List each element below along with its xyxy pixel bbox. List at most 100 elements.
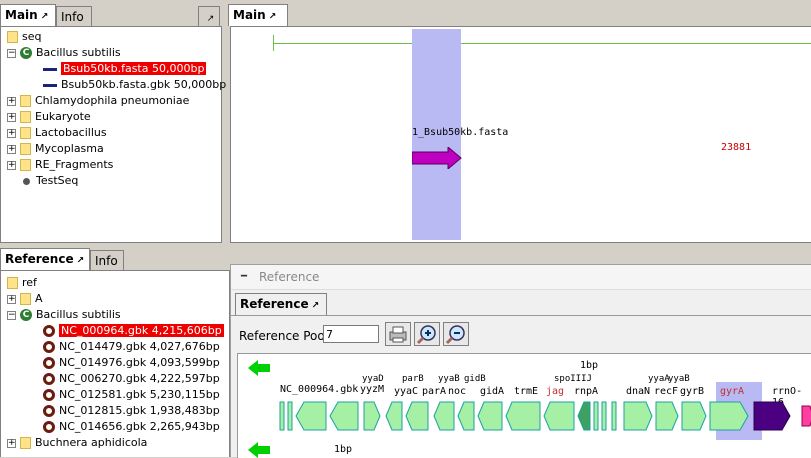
folder-icon [20, 127, 31, 139]
tab-info[interactable]: Info [56, 6, 92, 26]
sequence-icon [43, 83, 57, 87]
zoom-in-button[interactable] [414, 322, 440, 346]
tab-label: Info [95, 254, 118, 268]
gene-label: parA [422, 386, 447, 397]
tree-folder[interactable]: + RE_Fragments [7, 157, 113, 173]
gene-map[interactable]: 1bp 1bp NC_000964.gbk yyaD parB yyaB gid… [237, 353, 811, 458]
ref-entry[interactable]: NC_014976.gbk 4,093,599bp [43, 355, 220, 371]
gene-top-label: yyaB [668, 374, 690, 384]
gene-label-selected: gyrA [720, 386, 745, 397]
tree-label: NC_014656.gbk 2,265,943bp [59, 420, 220, 433]
zoom-in-icon [416, 325, 436, 345]
tree-test-seq[interactable]: TestSeq [21, 173, 78, 189]
chromosome-icon [43, 373, 55, 385]
tab-main[interactable]: Main ↗ [0, 4, 56, 26]
ruler-tick [273, 35, 274, 51]
folder-icon [7, 277, 18, 289]
tree-organism[interactable]: − C Bacillus subtilis [7, 45, 121, 61]
tree-label: RE_Fragments [35, 158, 114, 171]
ref-entry-selected[interactable]: NC_000964.gbk 4,215,606bp [43, 323, 224, 339]
bp-label-bottom: 1bp [334, 444, 353, 455]
zoom-out-icon [445, 325, 465, 345]
tab-main-label: Main [5, 8, 38, 22]
folder-icon [20, 111, 31, 123]
tree-label: NC_012815.gbk 1,938,483bp [59, 404, 220, 417]
expand-icon[interactable]: + [7, 128, 16, 138]
expand-icon[interactable]: + [7, 144, 16, 154]
folder-icon [20, 159, 31, 171]
ref-tree-tabbar: Reference ↗ Info [0, 248, 228, 270]
chromosome-icon [43, 421, 55, 433]
window-titlebar[interactable]: ━ Reference [231, 265, 811, 290]
tree-label: NC_014479.gbk 4,027,676bp [59, 340, 220, 353]
ruler-line [273, 43, 811, 44]
expand-icon[interactable]: + [7, 112, 16, 122]
position-label: 23881 [721, 142, 752, 153]
pin-icon[interactable]: ↗ [77, 256, 85, 266]
pool-field[interactable] [323, 325, 379, 343]
gene-label: rnpA [574, 386, 599, 397]
tree-label: seq [22, 30, 42, 43]
gene-label: jag [546, 386, 565, 397]
expand-icon[interactable]: + [7, 438, 16, 448]
ref-entry[interactable]: NC_012815.gbk 1,938,483bp [43, 403, 220, 419]
folder-icon [7, 31, 18, 43]
read-arrow[interactable] [412, 147, 462, 169]
tree-folder-b[interactable]: + Buchnera aphidicola [7, 435, 147, 451]
tree-seq-item-selected[interactable]: Bsub50kb.fasta 50,000bp [43, 61, 207, 77]
tree-label: Buchnera aphidicola [35, 436, 148, 449]
folder-icon [20, 143, 31, 155]
ref-tree-panel: ref + A − C Bacillus subtilis NC_000964.gbk… [0, 270, 230, 457]
tree-folder[interactable]: + Mycoplasma [7, 141, 104, 157]
expand-icon[interactable]: + [7, 160, 16, 170]
tree-label: NC_014976.gbk 4,093,599bp [59, 356, 220, 369]
pin-icon[interactable]: ↗ [312, 301, 320, 311]
tab-reference[interactable]: Reference ↗ [0, 248, 90, 270]
ref-entry[interactable]: NC_014656.gbk 2,265,943bp [43, 419, 220, 435]
ref-entry[interactable]: NC_014479.gbk 4,027,676bp [43, 339, 220, 355]
gene-label: yyzM [360, 384, 385, 395]
tree-label: ref [22, 276, 37, 289]
tree-root-ref[interactable]: ref [7, 275, 37, 291]
tree-folder[interactable]: + Chlamydophila pneumoniae [7, 93, 189, 109]
track-label: 1_Bsub50kb.fasta [412, 127, 509, 138]
sequence-name: NC_000964.gbk [280, 384, 359, 395]
ref-entry[interactable]: NC_006270.gbk 4,222,597bp [43, 371, 220, 387]
collapse-icon[interactable]: − [7, 310, 16, 320]
panel-pin-button[interactable]: ↗ [198, 6, 220, 26]
organism-icon: C [20, 309, 32, 321]
pool-label: Reference Pool: [239, 329, 333, 343]
tree-folder-a[interactable]: + A [7, 291, 43, 307]
ref-entry[interactable]: NC_012581.gbk 5,230,115bp [43, 387, 220, 403]
sequence-dot-icon [23, 177, 30, 185]
gene-track[interactable] [278, 400, 811, 434]
gene-top-label: yyaB [438, 374, 460, 384]
collapse-icon[interactable]: − [7, 48, 16, 58]
tree-folder[interactable]: + Eukaryote [7, 109, 91, 125]
expand-icon[interactable]: + [7, 96, 16, 106]
folder-icon [20, 437, 31, 449]
tab-ref-info[interactable]: Info [90, 250, 124, 270]
main-tree-tabbar: Main ↗ Info ↗ [0, 4, 222, 26]
tree-root-seq[interactable]: seq [7, 29, 41, 45]
print-button[interactable] [385, 322, 411, 346]
pin-icon[interactable]: ↗ [269, 12, 277, 22]
tab-viewer-main[interactable]: Main ↗ [228, 4, 288, 26]
tree-label: TestSeq [36, 174, 79, 187]
pin-icon[interactable]: ↗ [41, 12, 49, 22]
expand-icon[interactable]: + [7, 294, 16, 304]
tree-label: A [35, 292, 43, 305]
tree-label: Bsub50kb.fasta 50,000bp [61, 62, 207, 75]
tree-organism[interactable]: − C Bacillus subtilis [7, 307, 121, 323]
chromosome-icon [43, 325, 55, 337]
zoom-out-button[interactable] [443, 322, 469, 346]
tree-label: NC_012581.gbk 5,230,115bp [59, 388, 220, 401]
sequence-viewer[interactable]: 1_Bsub50kb.fasta 23881 [230, 26, 811, 243]
tree-seq-item[interactable]: Bsub50kb.fasta.gbk 50,000bp [43, 77, 226, 93]
tree-folder[interactable]: + Lactobacillus [7, 125, 107, 141]
tab-info-label: Info [61, 10, 84, 24]
tab-ref-window[interactable]: Reference ↗ [235, 293, 327, 315]
window-title: Reference [259, 270, 320, 284]
tree-label: Bacillus subtilis [36, 46, 121, 59]
scroll-left-arrow[interactable] [248, 360, 270, 376]
